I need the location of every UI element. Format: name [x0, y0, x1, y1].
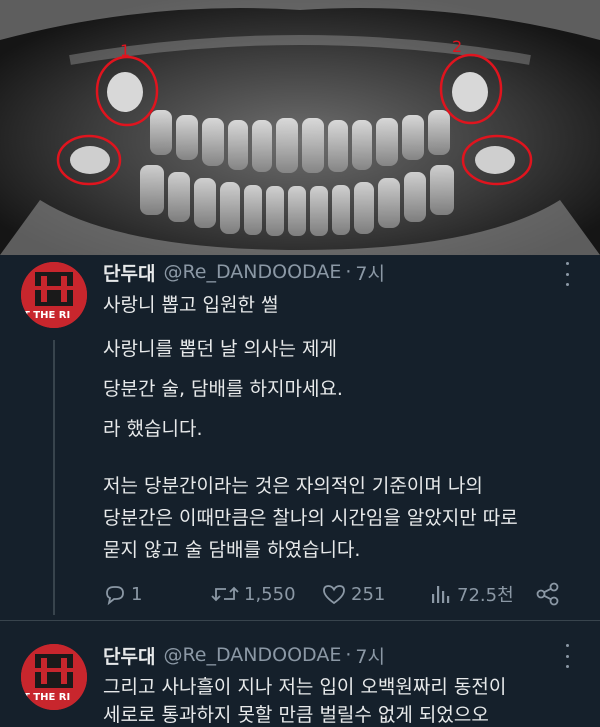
tweet-text-line: 당분간은 이때만큼은 찰나의 시간임을 알았지만 따로: [103, 507, 518, 529]
thread-line: [53, 340, 55, 615]
avatar[interactable]: T THE RI: [21, 644, 87, 710]
tweet-actions: 1 1,550 251 72.5천: [103, 580, 573, 608]
display-name[interactable]: 단두대: [103, 642, 155, 669]
avatar[interactable]: T THE RI: [21, 262, 87, 328]
like-count: 251: [351, 583, 386, 605]
views-bar-chart-icon: [432, 586, 450, 603]
tweet-header: 단두대 @Re_DANDOODAE · 7시: [103, 640, 385, 670]
reply-count: 1: [131, 583, 143, 605]
tweet-text-line: 그리고 사나흘이 지나 저는 입이 오백원짜리 동전이: [103, 676, 507, 698]
reply-icon: [106, 586, 124, 606]
tweet-text-line: 사랑니를 뽑던 날 의사는 제게: [103, 338, 337, 360]
tweet-text-line: 저는 당분간이라는 것은 자의적인 기준이며 나의: [103, 475, 483, 497]
view-count: 72.5천: [457, 585, 514, 606]
user-handle[interactable]: @Re_DANDOODAE: [163, 261, 341, 283]
share-button[interactable]: [535, 580, 565, 608]
more-options-icon[interactable]: [562, 262, 572, 286]
retweet-button[interactable]: 1,550: [210, 580, 296, 608]
timestamp[interactable]: 7시: [355, 642, 385, 669]
heart-icon: [323, 585, 345, 605]
views-button[interactable]: 72.5천: [429, 580, 514, 608]
more-options-icon[interactable]: [562, 644, 572, 668]
tweet-divider: [0, 620, 600, 621]
tweet-text-line: 세로로 통과하지 못할 만큼 벌릴수 없게 되었으오: [103, 704, 489, 726]
separator-dot: ·: [345, 261, 352, 283]
share-icon: [536, 582, 559, 606]
marker-label-1: 1: [120, 41, 130, 60]
reply-button[interactable]: 1: [103, 580, 142, 608]
avatar-text: T THE RI: [23, 692, 70, 703]
retweet-icon: [211, 586, 239, 602]
like-button[interactable]: 251: [321, 580, 385, 608]
marker-label-2: 2: [452, 37, 462, 56]
tweet-text-line: 당분간 술, 담배를 하지마세요.: [103, 378, 343, 400]
dental-xray-image[interactable]: 1 2: [0, 0, 600, 255]
tweet-text-line: 사랑니 뽑고 입원한 썰: [103, 294, 279, 316]
retweet-count: 1,550: [244, 583, 296, 605]
tweet-text-line: 라 했습니다.: [103, 418, 203, 440]
user-handle[interactable]: @Re_DANDOODAE: [163, 644, 341, 666]
avatar-text: T THE RI: [23, 310, 70, 321]
tweet-header: 단두대 @Re_DANDOODAE · 7시: [103, 257, 385, 287]
tweet-text-line: 묻지 않고 술 담배를 하였습니다.: [103, 539, 361, 561]
separator-dot: ·: [345, 644, 352, 666]
display-name[interactable]: 단두대: [103, 259, 155, 286]
timestamp[interactable]: 7시: [355, 259, 385, 286]
